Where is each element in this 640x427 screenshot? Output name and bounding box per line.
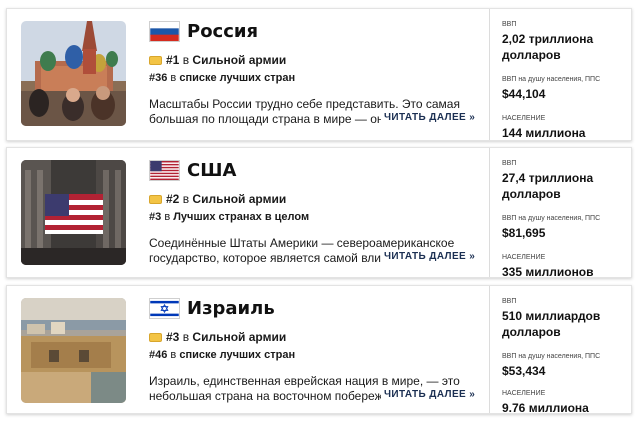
military-badge-icon (149, 55, 162, 65)
rank-number: #3 (149, 211, 162, 223)
gdp-per-capita-label: ВВП на душу населения, ППС (502, 215, 601, 222)
population-value: 9.76 миллиона (502, 401, 589, 414)
rank-secondary: #3 в Лучших странах в целом (149, 211, 309, 223)
gdp-per-capita-label: ВВП на душу населения, ППС (502, 353, 601, 360)
rank-prefix: в (182, 192, 190, 206)
military-badge-icon (149, 194, 162, 204)
population-value: 144 миллиона (502, 126, 586, 140)
country-stats: ВВП 27,4 триллиона долларов ВВП на душу … (489, 148, 631, 278)
russia-photo-image (21, 21, 126, 126)
rank-primary: #2 в Сильной армии (149, 192, 286, 206)
country-photo-israel[interactable] (21, 298, 126, 403)
country-photo-usa[interactable] (21, 160, 126, 265)
rank-number: #3 (166, 330, 180, 344)
rank-list-link[interactable]: Сильной армии (192, 53, 286, 67)
country-header-usa: США (149, 160, 236, 181)
country-photo-russia[interactable] (21, 21, 126, 126)
gdp-per-capita-value: $81,695 (502, 226, 546, 240)
read-more-link[interactable]: ЧИТАТЬ ДАЛЕЕ » (381, 389, 476, 400)
rank-list-link[interactable]: списке лучших стран (179, 72, 295, 84)
rank-prefix: в (170, 349, 177, 361)
israel-photo-image (21, 298, 126, 403)
gdp-per-capita-label: ВВП на душу населения, ППС (502, 76, 601, 83)
rank-primary: #3 в Сильной армии (149, 330, 286, 344)
gdp-label: ВВП (502, 21, 517, 28)
country-name[interactable]: США (187, 160, 236, 181)
gdp-label: ВВП (502, 298, 517, 305)
rank-prefix: в (170, 72, 177, 84)
read-more-link[interactable]: ЧИТАТЬ ДАЛЕЕ » (381, 112, 476, 123)
rank-number: #46 (149, 349, 168, 361)
rank-prefix: в (164, 211, 171, 223)
rank-number: #2 (166, 192, 180, 206)
rank-list-link[interactable]: Сильной армии (192, 192, 286, 206)
gdp-per-capita-value: $53,434 (502, 364, 546, 378)
country-card-israel[interactable]: Израиль #3 в Сильной армии #46 в списке … (6, 285, 632, 414)
rank-secondary: #36 в списке лучших стран (149, 72, 295, 84)
gdp-label: ВВП (502, 160, 517, 167)
country-stats: ВВП 2,02 триллиона долларов ВВП на душу … (489, 9, 631, 140)
rank-list-link[interactable]: списке лучших стран (179, 349, 295, 361)
country-card-usa[interactable]: США #2 в Сильной армии #3 в Лучших стран… (6, 147, 632, 278)
gdp-per-capita-value: $44,104 (502, 87, 546, 101)
country-name[interactable]: Россия (187, 21, 258, 42)
usa-flag-icon (149, 160, 180, 181)
rank-list-link[interactable]: Сильной армии (192, 330, 286, 344)
rank-prefix: в (182, 53, 190, 67)
population-label: НАСЕЛЕНИЕ (502, 390, 546, 397)
gdp-value: 27,4 триллиона долларов (502, 171, 594, 201)
military-badge-icon (149, 332, 162, 342)
russia-flag-icon (149, 21, 180, 42)
gdp-value: 2,02 триллиона долларов (502, 32, 594, 62)
country-header-israel: Израиль (149, 298, 275, 319)
rank-number: #36 (149, 72, 168, 84)
country-card-russia[interactable]: Россия #1 в Сильной армии #36 в списке л… (6, 8, 632, 141)
read-more-link[interactable]: ЧИТАТЬ ДАЛЕЕ » (381, 251, 476, 262)
gdp-value: 510 миллиардов долларов (502, 309, 601, 339)
usa-photo-image (21, 160, 126, 265)
population-label: НАСЕЛЕНИЕ (502, 115, 546, 122)
country-name[interactable]: Израиль (187, 298, 275, 319)
rank-list-link[interactable]: Лучших странах в целом (173, 211, 309, 223)
rank-primary: #1 в Сильной армии (149, 53, 286, 67)
rank-secondary: #46 в списке лучших стран (149, 349, 295, 361)
israel-flag-icon (149, 298, 180, 319)
population-label: НАСЕЛЕНИЕ (502, 254, 546, 261)
rank-number: #1 (166, 53, 180, 67)
rank-prefix: в (182, 330, 190, 344)
country-stats: ВВП 510 миллиардов долларов ВВП на душу … (489, 286, 631, 414)
country-header-russia: Россия (149, 21, 258, 42)
population-value: 335 миллионов (502, 265, 594, 278)
